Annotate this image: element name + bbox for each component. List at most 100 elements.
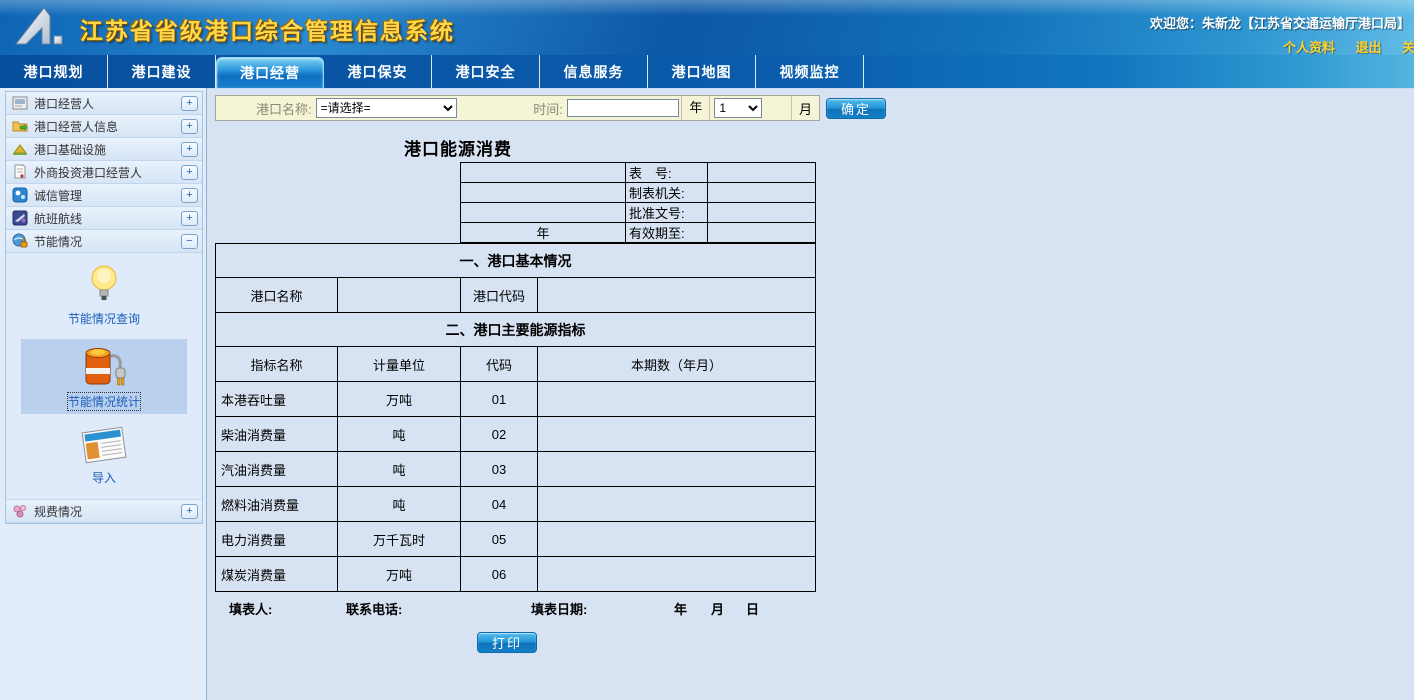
main-content: 港口名称: =请选择= 时间: 年 1 — [207, 88, 1414, 700]
profile-link[interactable]: 个人资料 — [1283, 40, 1335, 55]
time-label: 时间: — [521, 99, 563, 118]
sidebar-item-infrastructure[interactable]: 港口基础设施 + — [6, 138, 202, 161]
approval-number-label: 批准文号: — [626, 203, 708, 223]
infrastructure-icon — [12, 141, 28, 157]
app-window: 江苏省省级港口综合管理信息系统 欢迎您：朱新龙【江苏省交通运输厅港口局】 个人资… — [0, 0, 1414, 700]
port-code-value-cell — [538, 278, 816, 313]
print-row: 打印 — [215, 632, 815, 653]
table-row-gasoline: 汽油消费量 吨 03 — [216, 452, 816, 487]
credit-icon — [12, 187, 28, 203]
expand-plus-icon[interactable]: + — [181, 504, 198, 519]
table-row: 年 有效期至: — [461, 223, 816, 243]
close-link[interactable]: 关闭 — [1402, 40, 1414, 55]
collapse-minus-icon[interactable]: − — [181, 234, 198, 249]
expand-plus-icon[interactable]: + — [181, 96, 198, 111]
table-row-electricity: 电力消费量 万千瓦时 05 — [216, 522, 816, 557]
app-logo-icon — [14, 6, 70, 50]
welcome-text: 欢迎您：朱新龙【江苏省交通运输厅港口局】 — [1150, 13, 1410, 32]
sidebar-item-credit-management[interactable]: 诚信管理 + — [6, 184, 202, 207]
filter-bar: 港口名称: =请选择= 时间: 年 1 — [215, 95, 820, 121]
section-header-energy-indicators: 二、港口主要能源指标 — [216, 313, 816, 347]
expand-plus-icon[interactable]: + — [181, 165, 198, 180]
submenu-item-import[interactable]: 导入 — [78, 424, 130, 486]
year-cell: 年 — [461, 223, 626, 243]
main-nav: 港口规划 港口建设 港口经营 港口保安 港口安全 信息服务 港口地图 视频监控 — [0, 55, 1414, 88]
submenu-item-label: 节能情况查询 — [68, 310, 140, 327]
port-select[interactable]: =请选择= — [316, 98, 457, 118]
month-label: 月 — [711, 599, 724, 618]
port-code-cell: 港口代码 — [461, 278, 538, 313]
fill-date-label: 填表日期: — [531, 599, 587, 618]
submenu-item-label: 导入 — [92, 469, 116, 486]
table-row: 批准文号: — [461, 203, 816, 223]
column-header: 计量单位 — [338, 347, 461, 382]
table-row: 制表机关: — [461, 183, 816, 203]
table-row-fuel-oil: 燃料油消费量 吨 04 — [216, 487, 816, 522]
table-header-row: 指标名称 计量单位 代码 本期数（年月） — [216, 347, 816, 382]
column-header: 本期数（年月） — [538, 347, 816, 382]
tab-port-safety[interactable]: 港口安全 — [432, 55, 540, 88]
tab-port-security[interactable]: 港口保安 — [324, 55, 432, 88]
tab-port-operation[interactable]: 港口经营 — [216, 57, 324, 88]
year-suffix-label: 年 — [682, 96, 710, 120]
confirm-button[interactable]: 确定 — [826, 98, 886, 119]
filler-label: 填表人: — [229, 599, 272, 618]
submenu-item-label: 节能情况统计 — [68, 393, 140, 410]
section-header-basic-info: 一、港口基本情况 — [216, 244, 816, 278]
tab-port-construction[interactable]: 港口建设 — [108, 55, 216, 88]
folder-arrow-icon — [12, 118, 28, 134]
logout-link[interactable]: 退出 — [1356, 40, 1382, 55]
table-row-basic: 港口名称 港口代码 — [216, 278, 816, 313]
report-meta-table: 表 号: 制表机关: 批准文号: 年 有效期至: — [460, 162, 816, 243]
bulb-icon — [87, 263, 121, 307]
port-name-label: 港口名称: — [216, 99, 312, 118]
month-select[interactable]: 1 — [714, 98, 762, 118]
sidebar-item-flight-routes[interactable]: 航班航线 + — [6, 207, 202, 230]
submenu-item-energy-query[interactable]: 节能情况查询 — [68, 263, 140, 327]
document-pen-icon — [12, 164, 28, 180]
sidebar-item-label: 诚信管理 — [34, 187, 181, 204]
battery-plug-icon — [76, 344, 132, 390]
sidebar-item-label: 港口基础设施 — [34, 141, 181, 158]
valid-until-label: 有效期至: — [626, 223, 708, 243]
tab-port-map[interactable]: 港口地图 — [648, 55, 756, 88]
year-label: 年 — [674, 599, 687, 618]
tab-port-planning[interactable]: 港口规划 — [0, 55, 108, 88]
sidebar-item-label: 港口经营人信息 — [34, 118, 181, 135]
port-name-cell: 港口名称 — [216, 278, 338, 313]
tab-info-service[interactable]: 信息服务 — [540, 55, 648, 88]
submenu-item-energy-statistics[interactable]: 节能情况统计 — [21, 339, 187, 414]
sidebar-item-label: 外商投资港口经营人 — [34, 164, 181, 181]
sidebar: 港口经营人 + 港口经营人信息 + 港口基础设施 + 外商投资港口经营人 + — [0, 88, 207, 700]
year-input[interactable] — [567, 99, 679, 117]
month-suffix-label: 月 — [792, 99, 819, 118]
sidebar-item-energy-saving[interactable]: 节能情况 − — [6, 230, 202, 253]
energy-report-table: 一、港口基本情况 港口名称 港口代码 二、港口主要能源指标 指标名称 计量单位 … — [215, 243, 816, 592]
form-number-label: 表 号: — [626, 163, 708, 183]
app-header: 江苏省省级港口综合管理信息系统 欢迎您：朱新龙【江苏省交通运输厅港口局】 个人资… — [0, 0, 1414, 55]
route-icon — [12, 210, 28, 226]
energy-submenu-panel: 节能情况查询 节能情况统计 — [6, 253, 202, 500]
sidebar-item-port-operator[interactable]: 港口经营人 + — [6, 92, 202, 115]
picture-icon — [12, 95, 28, 111]
sidebar-item-label: 港口经营人 — [34, 95, 181, 112]
expand-plus-icon[interactable]: + — [181, 119, 198, 134]
expand-plus-icon[interactable]: + — [181, 142, 198, 157]
sidebar-item-foreign-investment[interactable]: 外商投资港口经营人 + — [6, 161, 202, 184]
sidebar-accordion: 港口经营人 + 港口经营人信息 + 港口基础设施 + 外商投资港口经营人 + — [5, 91, 203, 524]
expand-plus-icon[interactable]: + — [181, 211, 198, 226]
port-name-value-cell — [338, 278, 461, 313]
sidebar-item-label: 规费情况 — [34, 503, 181, 520]
fees-flower-icon — [12, 503, 28, 519]
table-row: 表 号: — [461, 163, 816, 183]
energy-globe-icon — [12, 233, 28, 249]
sidebar-item-label: 节能情况 — [34, 233, 181, 250]
sidebar-item-operator-info[interactable]: 港口经营人信息 + — [6, 115, 202, 138]
print-button[interactable]: 打印 — [477, 632, 537, 653]
report-title: 港口能源消费 — [404, 135, 1414, 160]
sidebar-item-fees[interactable]: 规费情况 + — [6, 500, 202, 523]
expand-plus-icon[interactable]: + — [181, 188, 198, 203]
import-icon — [78, 424, 130, 466]
phone-label: 联系电话: — [346, 599, 402, 618]
tab-video-monitor[interactable]: 视频监控 — [756, 55, 864, 88]
